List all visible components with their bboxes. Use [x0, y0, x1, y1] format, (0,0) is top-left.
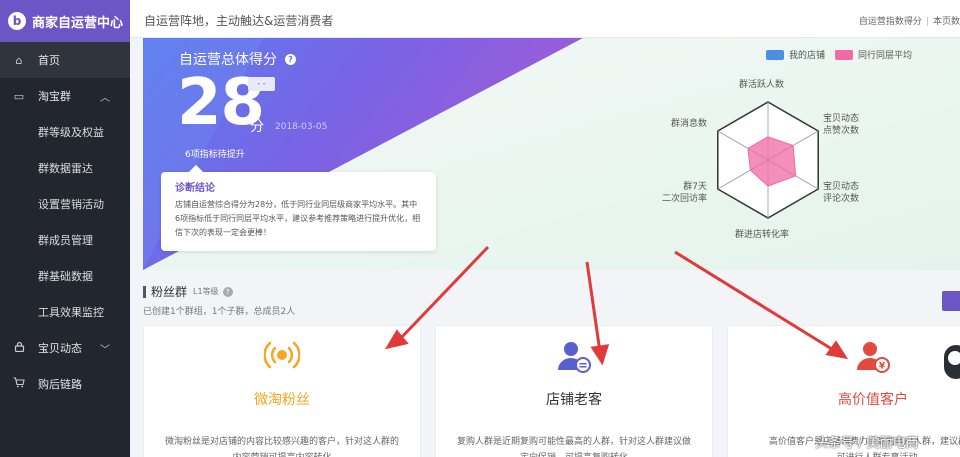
legend-mine[interactable]: 我的店铺 [765, 48, 825, 61]
sidebar-item-group-radar[interactable]: 群数据雷达 [0, 150, 130, 186]
score-date: 2018-03-05 [275, 122, 328, 132]
header-link-page[interactable]: 本页数 [933, 17, 960, 27]
broadcast-icon [263, 340, 301, 374]
sidebar-item-post-purchase[interactable]: 购后链路 [0, 366, 130, 402]
float-toggle[interactable] [944, 345, 960, 379]
score-trend-badge: - - [248, 77, 275, 91]
radar-label-revisit: 群7天 二次回访率 [661, 182, 707, 204]
legend-swatch-mine [765, 49, 784, 60]
divider: | [925, 17, 929, 27]
sidebar-item-group-level[interactable]: 群等级及权益 [0, 114, 130, 150]
card-title: 微淘粉丝 [254, 392, 310, 408]
card-title: 高价值客户 [838, 392, 908, 408]
fans-title: 粉丝群 [151, 285, 188, 299]
help-icon[interactable]: ? [285, 54, 296, 65]
radar-label-messages: 群消息数 [670, 119, 707, 129]
toggle-knob [948, 351, 960, 365]
diagnosis-text: 店铺自运营综合得分为28分，低于同行业同层级商家平均水平。其中6项指标低于同行同… [175, 200, 421, 237]
improvement-note: 6项指标待提升 [185, 150, 245, 160]
fans-section-header: 粉丝群 L1等级 ? [143, 283, 233, 300]
sidebar-item-marketing[interactable]: 设置营销活动 [0, 186, 130, 222]
sidebar-item-basic-data[interactable]: 群基础数据 [0, 258, 130, 294]
create-button[interactable] [942, 291, 960, 311]
sidebar-item-label: 淘宝群 [38, 90, 71, 103]
legend-swatch-peer [834, 49, 853, 60]
card-desc: 微淘粉丝是对店铺的内容比较感兴趣的客户，针对这人群的内容营销可提高内容转化 [164, 437, 399, 457]
header-links: 自运营指数得分 | 本页数 [859, 14, 960, 27]
section-marker [143, 285, 146, 298]
card-old-customers[interactable]: 店铺老客 复购人群是近期复购可能性最高的人群，针对这人群建议做定向促销，可提高复… [435, 325, 713, 457]
sidebar-item-item-feed[interactable]: 宝贝动态 ﹀ [0, 330, 130, 366]
sidebar-item-label: 宝贝动态 [38, 342, 82, 355]
brand-logo-icon: b [8, 12, 26, 30]
svg-text:¥: ¥ [879, 362, 886, 372]
radar-label-comments: 宝贝动态 评论次数 [823, 182, 860, 204]
radar-legend: 我的店铺 同行同层平均 [756, 48, 912, 61]
vip-icon: ¥ [855, 340, 891, 378]
brand-title: 商家自运营中心 [32, 15, 124, 31]
sidebar-item-taobao-group[interactable]: ▭ 淘宝群 ︿ [0, 78, 130, 114]
old-customer-icon [556, 340, 592, 378]
score-unit: 分 [250, 119, 264, 135]
radar-label-conversion: 群进店转化率 [735, 230, 790, 240]
home-icon: ⌂ [15, 53, 23, 67]
help-icon[interactable]: ? [222, 286, 233, 297]
diagnosis-title: 诊断结论 [175, 183, 215, 194]
fans-level: L1等级 [193, 287, 219, 296]
sidebar-item-members[interactable]: 群成员管理 [0, 222, 130, 258]
chat-icon: ▭ [13, 89, 25, 103]
sidebar-item-label: 首页 [38, 54, 60, 67]
fans-subtitle: 已创建1个群组，1个子群，总成员2人 [143, 307, 296, 317]
legend-peer[interactable]: 同行同层平均 [834, 48, 912, 61]
card-weitao-fans[interactable]: 微淘粉丝 微淘粉丝是对店铺的内容比较感兴趣的客户，针对这人群的内容营销可提高内容… [143, 325, 421, 457]
card-desc: 复购人群是近期复购可能性最高的人群，针对这人群建议做定向促销，可提高复购转化 [456, 437, 691, 457]
chevron-up-icon: ︿ [100, 92, 110, 104]
watermark: 头条号 / 美丽电商 [815, 436, 919, 451]
radar-label-active-members: 群活跃人数 [739, 80, 785, 90]
header: 自运营阵地，主动触达&运营消费者 自运营指数得分 | 本页数 [130, 0, 960, 38]
card-title: 店铺老客 [546, 392, 602, 408]
cart-icon [12, 377, 26, 391]
sidebar: b 商家自运营中心 ⌂ 首页 ▭ 淘宝群 ︿ 群等级及权益 群数据雷达 设置营销… [0, 0, 130, 457]
radar-chart [717, 101, 819, 219]
lock-icon [12, 341, 26, 355]
score-panel: 自运营总体得分? 28 - - 分 2018-03-05 6项指标待提升 诊断结… [143, 38, 960, 270]
sidebar-item-tool-monitor[interactable]: 工具效果监控 [0, 294, 130, 330]
page-title: 自运营阵地，主动触达&运营消费者 [144, 14, 334, 28]
radar-label-likes: 宝贝动态 点赞次数 [823, 114, 860, 136]
header-link-score[interactable]: 自运营指数得分 [859, 17, 922, 27]
brand[interactable]: b 商家自运营中心 [0, 0, 130, 42]
sidebar-item-label: 购后链路 [38, 378, 82, 391]
chevron-down-icon: ﹀ [100, 344, 110, 356]
sidebar-item-home[interactable]: ⌂ 首页 [0, 42, 130, 78]
diagnosis-card: 诊断结论 店铺自运营综合得分为28分，低于同行业同层级商家平均水平。其中6项指标… [161, 164, 436, 251]
